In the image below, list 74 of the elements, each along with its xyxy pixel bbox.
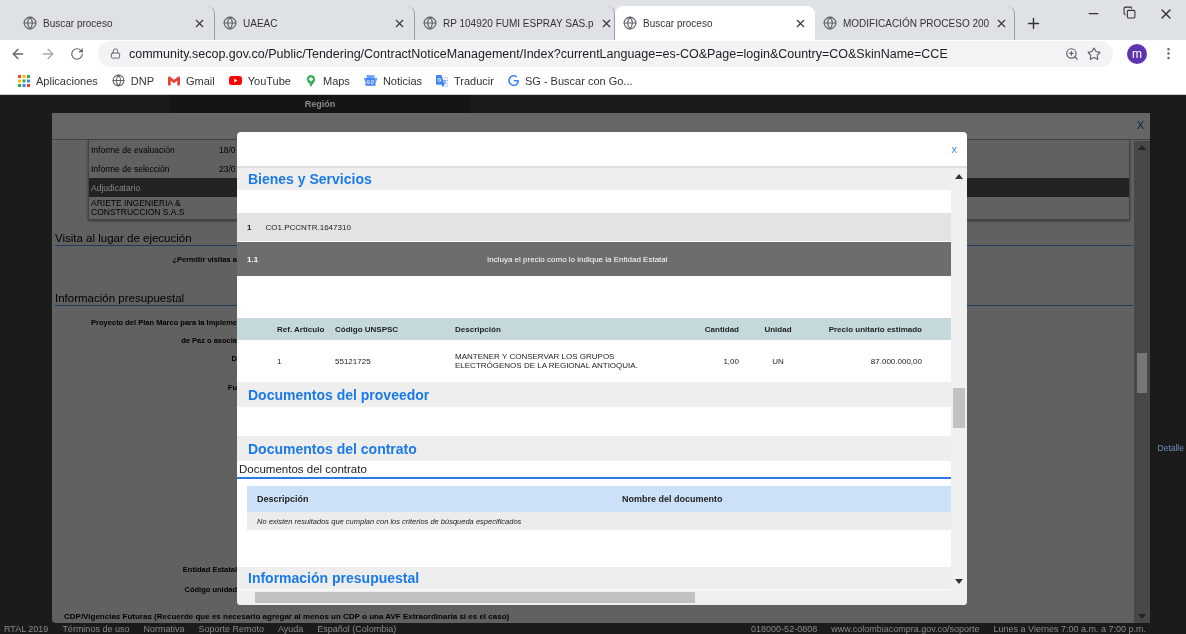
apps-grid-icon <box>18 74 30 87</box>
section-title: Información presupuestal <box>55 292 185 304</box>
bookmark-link[interactable]: DNP <box>111 74 154 87</box>
section-heading: Información presupuestal <box>248 570 420 586</box>
footer-text: Lunes a Viernes 7:00 a.m. a 7:00 p.m. <box>993 623 1146 634</box>
footer-link[interactable]: Normativa <box>143 623 185 634</box>
tab-title: MODIFICACIÓN PROCESO 200 <box>843 17 990 29</box>
bookmark-link[interactable]: Aplicaciones <box>18 74 98 87</box>
footer-link[interactable]: Términos de uso <box>62 623 130 634</box>
schedule-label: Informe de selección <box>90 163 171 174</box>
section-title: Visita al lugar de ejecución <box>55 232 192 244</box>
table-cell-text: MANTENER Y CONSERVAR LOS GRUPOS ELECTRÓGENOS DE LA REGIONAL ANTIOQUIA. <box>455 352 639 370</box>
table-cell-text: UN <box>771 356 785 366</box>
schedule-date: 23/0 <box>219 163 236 174</box>
reload-icon[interactable] <box>70 46 84 61</box>
footer-link[interactable]: Ayuda <box>277 623 304 634</box>
section-heading: Documentos del proveedor <box>248 386 430 403</box>
browser-tab[interactable]: Buscar proceso <box>615 6 815 40</box>
globe-icon <box>423 16 437 30</box>
table-header: Descripción Nombre del documento <box>247 486 951 512</box>
globe-icon <box>823 16 837 30</box>
scrollbar-thumb[interactable] <box>1137 353 1147 393</box>
globe-icon <box>111 74 125 87</box>
horizontal-scrollbar[interactable] <box>237 590 967 605</box>
bookmark-link[interactable]: YouTube <box>228 74 291 87</box>
table-cell-text: 1 <box>277 356 283 366</box>
bookmark-link[interactable]: Traducir <box>436 74 494 87</box>
table-cell-text: 55121725 <box>335 356 372 366</box>
globe-icon <box>223 16 237 30</box>
star-icon[interactable] <box>1087 46 1101 61</box>
play-icon <box>228 74 242 87</box>
tab-title: Buscar proceso <box>43 17 114 29</box>
section-heading: Documentos del contrato <box>248 440 417 457</box>
footer-link[interactable]: Español (Colombia) <box>317 623 397 634</box>
section-heading: Bienes y Servicios <box>248 171 372 187</box>
footer-link[interactable]: Soporte Remoto <box>198 623 264 634</box>
vertical-scrollbar[interactable] <box>951 168 967 590</box>
schedule-date: 18/0 <box>219 144 236 155</box>
footer-link[interactable]: RTAL 2019 <box>4 623 49 634</box>
footer-text: 018000-52-0808 <box>751 623 818 634</box>
caption: Documentos del contrato <box>239 463 367 475</box>
bookmark-link[interactable]: Gmail <box>168 74 215 87</box>
globe-icon <box>23 16 37 30</box>
item-row: 1 CO1.PCCNTR.1647310 <box>237 213 951 241</box>
zoom-icon[interactable] <box>1065 46 1079 61</box>
profile-avatar[interactable]: m <box>1127 43 1147 64</box>
table-cell-text: 87.000.000,00 <box>869 356 923 366</box>
mail-icon <box>168 74 180 87</box>
news-icon <box>363 74 377 87</box>
bookmark-link[interactable]: SG - Buscar con Go... <box>507 74 633 87</box>
footer-text: www.colombiacompra.gov.co/soporte <box>831 623 980 634</box>
lock-icon <box>110 48 121 59</box>
tab-title: Buscar proceso <box>643 17 714 29</box>
detail-link[interactable]: Detalle <box>1157 443 1184 453</box>
globe-icon <box>623 16 637 30</box>
restore-icon[interactable] <box>1123 6 1136 22</box>
column-header: Región <box>170 95 470 113</box>
close-button[interactable]: x <box>949 143 959 155</box>
schedule-label: Informe de evaluación <box>90 144 176 155</box>
schedule-label: Adjudicatario <box>90 182 142 193</box>
map-pin-icon <box>304 74 317 87</box>
bookmark-link[interactable]: Maps <box>304 74 350 87</box>
g-logo-icon <box>507 75 519 86</box>
translate-icon <box>436 74 448 87</box>
tab-title: RP 104920 FUMI ESPRAY SAS.p <box>443 17 594 29</box>
tab-title: UAEAC <box>243 17 279 29</box>
new-tab-icon[interactable] <box>1025 15 1042 32</box>
item-subrow: 1.1 Incluya el precio como lo indique la Entidad Estatal <box>237 242 951 276</box>
address-bar[interactable]: community.secop.gov.co/Public/Tendering/ContractNoticeManagement/Index?currentLanguage=es-CO&Page=login&Country=CO&SkinName=CCE <box>98 40 1113 67</box>
bookmark-link[interactable]: Noticias <box>363 74 422 87</box>
awardee-name: ARIETE INGENIERIA & CONSTRUCCION S.A.S <box>90 197 186 219</box>
table-header: Ref. Artículo Código UNSPSC Descripción Cantidad Unidad Precio unitario estimado <box>237 318 951 340</box>
table-cell-text: 1,00 <box>722 356 740 366</box>
cdp-note: CDP/Vigencias Futuras (Recuerde que es necesario agregar al menos un CDP o una AVF Extraordinaria si es el caso) <box>63 612 510 621</box>
